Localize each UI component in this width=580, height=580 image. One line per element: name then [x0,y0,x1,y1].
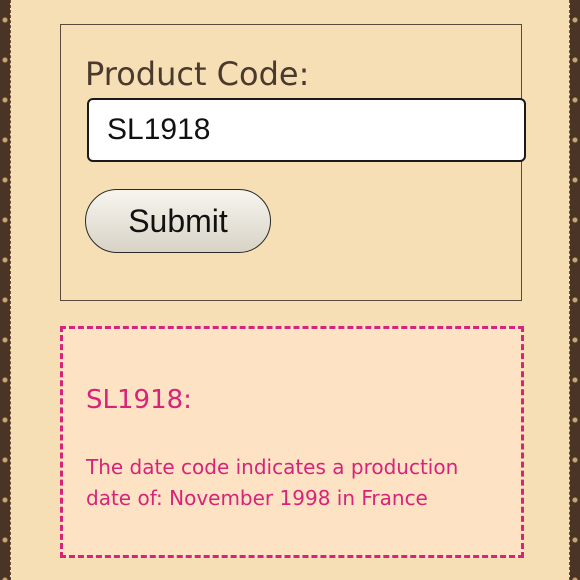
product-code-label: Product Code: [85,55,310,93]
decorative-border-right [570,0,580,580]
submit-button[interactable]: Submit [85,189,271,253]
result-title: SL1918: [86,385,192,415]
main-panel: Product Code: Submit SL1918: The date co… [10,0,570,580]
result-panel: SL1918: The date code indicates a produc… [60,326,524,558]
decorative-border-left [0,0,10,580]
product-code-input[interactable] [87,98,526,162]
result-message: The date code indicates a production dat… [86,455,459,510]
product-code-form: Product Code: Submit [60,24,526,301]
